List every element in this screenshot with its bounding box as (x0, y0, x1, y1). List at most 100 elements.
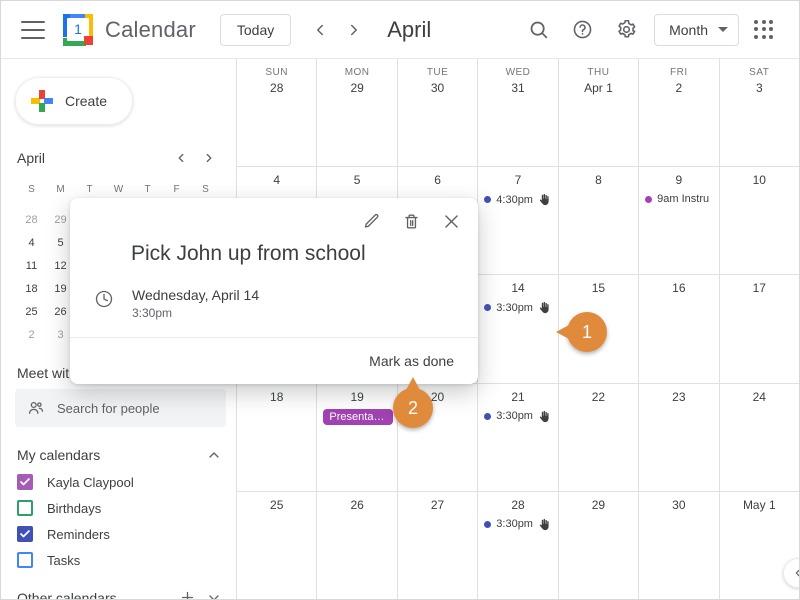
calendar-day-cell[interactable]: SUN 28 (236, 59, 317, 168)
calendar-day-cell[interactable]: 21 3:30pm (477, 383, 558, 492)
day-number[interactable]: 9 (639, 173, 718, 187)
calendar-day-cell[interactable]: 14 3:30pm (477, 275, 558, 384)
calendar-day-cell[interactable]: MON 29 (316, 59, 397, 168)
day-number[interactable]: 28 (478, 498, 557, 512)
mini-calendar-day[interactable]: 28 (17, 209, 46, 232)
day-number[interactable]: Apr 1 (559, 81, 638, 95)
pencil-icon[interactable] (358, 208, 384, 234)
chevron-down-icon[interactable] (206, 590, 222, 599)
day-number[interactable]: 27 (398, 498, 477, 512)
add-other-calendar-icon[interactable] (179, 589, 196, 599)
hamburger-icon[interactable] (21, 20, 45, 39)
calendar-day-cell[interactable]: 27 (396, 491, 478, 599)
calendar-list-item[interactable]: Kayla Claypool (1, 469, 236, 495)
day-number[interactable]: 19 (317, 390, 396, 404)
mini-next-month-button[interactable] (198, 147, 220, 169)
calendar-day-cell[interactable]: FRI 2 (638, 59, 719, 168)
calendar-day-cell[interactable]: 19 Presentation (316, 383, 397, 492)
my-calendars-header[interactable]: My calendars (1, 441, 236, 469)
close-icon[interactable] (438, 208, 464, 234)
mini-calendar-day[interactable]: 2 (17, 324, 46, 347)
trash-icon[interactable] (398, 208, 424, 234)
calendar-day-cell[interactable]: 30 (638, 491, 719, 599)
day-number[interactable]: 28 (237, 81, 316, 95)
gear-icon[interactable] (607, 11, 645, 49)
calendar-day-cell[interactable]: THU Apr 1 (557, 59, 639, 168)
day-number[interactable]: 23 (639, 390, 718, 404)
calendar-list-item[interactable]: Reminders (1, 521, 236, 547)
search-icon[interactable] (519, 11, 557, 49)
day-number[interactable]: May 1 (720, 498, 799, 512)
calendar-day-cell[interactable]: SAT 3 (718, 59, 799, 168)
calendar-checkbox[interactable] (17, 500, 33, 516)
day-number[interactable]: 7 (478, 173, 557, 187)
day-number[interactable]: 25 (237, 498, 316, 512)
calendar-day-cell[interactable]: 23 (638, 383, 719, 492)
calendar-reminder-event[interactable]: 3:30pm (484, 518, 557, 531)
mini-calendar-day[interactable]: 4 (17, 232, 46, 255)
calendar-day-cell[interactable]: 7 4:30pm (477, 167, 558, 276)
day-number[interactable]: 29 (317, 81, 396, 95)
calendar-day-cell[interactable]: 26 (316, 491, 397, 599)
day-number[interactable]: 30 (398, 81, 477, 95)
calendar-day-cell[interactable]: WED 31 (477, 59, 558, 168)
calendar-day-cell[interactable]: 16 (638, 275, 719, 384)
calendar-day-cell[interactable]: 25 (236, 491, 317, 599)
help-icon[interactable] (563, 11, 601, 49)
calendar-reminder-event[interactable]: 3:30pm (484, 301, 557, 314)
day-number[interactable]: 21 (478, 390, 557, 404)
other-calendars-header[interactable]: Other calendars (1, 581, 236, 599)
day-number[interactable]: 24 (720, 390, 799, 404)
day-number[interactable]: 6 (398, 173, 477, 187)
calendar-checkbox[interactable] (17, 474, 33, 490)
calendar-logo-icon: 1 (61, 13, 95, 47)
calendar-timed-event[interactable]: 9am Instru (645, 193, 718, 205)
calendar-day-cell[interactable]: 10 (718, 167, 799, 276)
day-number[interactable]: 29 (559, 498, 638, 512)
next-period-button[interactable] (337, 13, 371, 47)
day-number[interactable]: 14 (478, 281, 557, 295)
day-number[interactable]: 8 (559, 173, 638, 187)
calendar-day-cell[interactable]: 29 (557, 491, 639, 599)
view-mode-select[interactable]: Month (654, 13, 739, 46)
mini-prev-month-button[interactable] (170, 147, 192, 169)
day-number[interactable]: 4 (237, 173, 316, 187)
calendar-day-cell[interactable]: 17 (718, 275, 799, 384)
day-number[interactable]: 18 (237, 390, 316, 404)
calendar-day-cell[interactable]: TUE 30 (396, 59, 478, 168)
calendar-event-chip[interactable]: Presentation (323, 408, 393, 425)
mark-as-done-button[interactable]: Mark as done (369, 353, 454, 369)
calendar-checkbox[interactable] (17, 552, 33, 568)
day-number[interactable]: 5 (317, 173, 396, 187)
mini-calendar-day[interactable]: 25 (17, 301, 46, 324)
search-people-input[interactable]: Search for people (15, 389, 226, 427)
apps-grid-icon[interactable] (747, 13, 781, 47)
calendar-day-cell[interactable]: 8 (557, 167, 639, 276)
calendar-day-cell[interactable]: 24 (718, 383, 799, 492)
calendar-day-cell[interactable]: 18 (236, 383, 317, 492)
calendar-day-cell[interactable]: 28 3:30pm (477, 491, 558, 599)
day-number[interactable]: 3 (720, 81, 799, 95)
day-number[interactable]: 17 (720, 281, 799, 295)
day-number[interactable]: 2 (639, 81, 718, 95)
calendar-list-item[interactable]: Birthdays (1, 495, 236, 521)
calendar-day-cell[interactable]: 9 9am Instru (638, 167, 719, 276)
chevron-up-icon[interactable] (206, 447, 222, 463)
calendar-checkbox[interactable] (17, 526, 33, 542)
calendar-reminder-event[interactable]: 4:30pm (484, 193, 557, 206)
today-button[interactable]: Today (219, 13, 292, 46)
day-number[interactable]: 16 (639, 281, 718, 295)
prev-period-button[interactable] (303, 13, 337, 47)
day-number[interactable]: 26 (317, 498, 396, 512)
create-button[interactable]: Create (15, 77, 133, 125)
calendar-day-cell[interactable]: 22 (557, 383, 639, 492)
mini-calendar-day[interactable]: 11 (17, 255, 46, 278)
calendar-list-item[interactable]: Tasks (1, 547, 236, 573)
day-number[interactable]: 15 (559, 281, 638, 295)
day-number[interactable]: 10 (720, 173, 799, 187)
mini-calendar-day[interactable]: 18 (17, 278, 46, 301)
day-number[interactable]: 31 (478, 81, 557, 95)
calendar-reminder-event[interactable]: 3:30pm (484, 410, 557, 423)
day-number[interactable]: 22 (559, 390, 638, 404)
day-number[interactable]: 30 (639, 498, 718, 512)
